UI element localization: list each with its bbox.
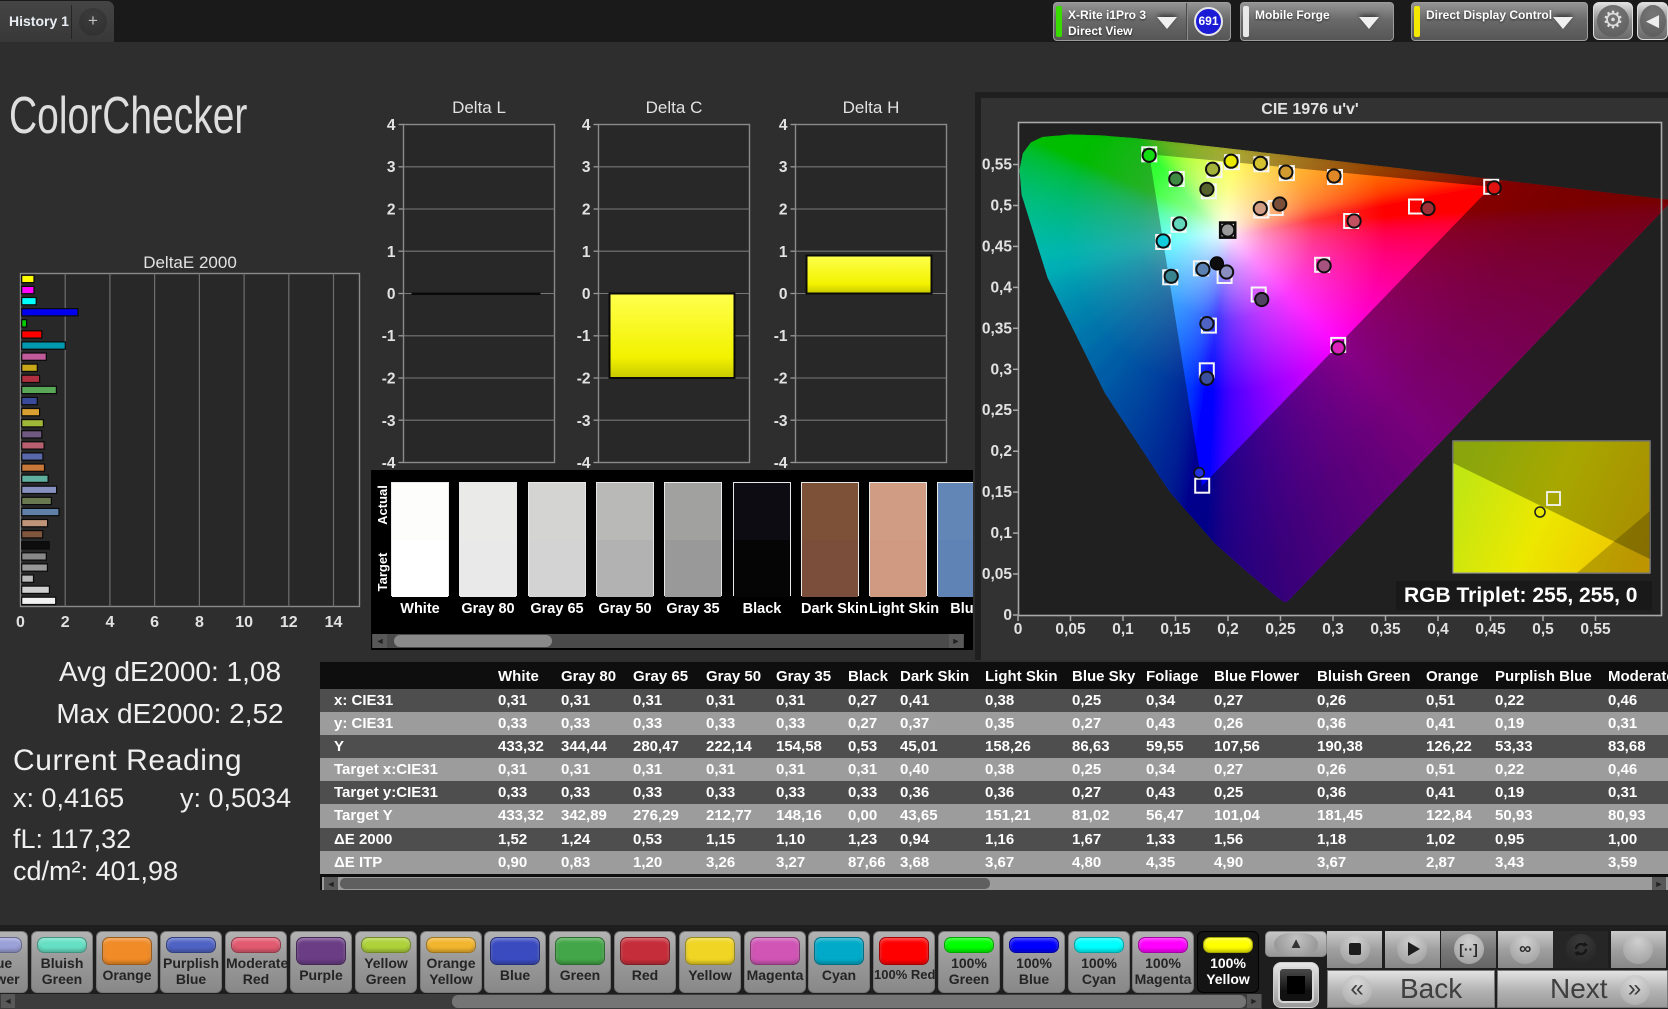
svg-text:14: 14 [325, 614, 343, 631]
svg-text:0,35: 0,35 [1370, 621, 1401, 638]
svg-text:0,25: 0,25 [982, 402, 1013, 419]
svg-text:3: 3 [582, 159, 591, 176]
svg-text:2: 2 [387, 202, 396, 219]
svg-text:0,05: 0,05 [982, 566, 1013, 583]
svg-text:-3: -3 [774, 413, 788, 430]
svg-text:0,3: 0,3 [1322, 621, 1344, 638]
svg-text:CIE 1976 u'v': CIE 1976 u'v' [1261, 101, 1358, 118]
svg-text:3: 3 [779, 159, 788, 176]
svg-text:Delta H: Delta H [843, 98, 900, 117]
svg-text:Delta L: Delta L [452, 98, 506, 117]
svg-text:4: 4 [582, 117, 591, 134]
svg-text:0: 0 [1014, 621, 1023, 638]
svg-text:-3: -3 [577, 413, 591, 430]
svg-text:4: 4 [105, 614, 114, 631]
svg-text:0,55: 0,55 [1580, 621, 1611, 638]
svg-text:0,35: 0,35 [982, 320, 1013, 337]
svg-text:0,25: 0,25 [1265, 621, 1296, 638]
svg-text:0: 0 [387, 286, 396, 303]
svg-text:0,5: 0,5 [1532, 621, 1554, 638]
svg-text:RGB Triplet: 255, 255, 0: RGB Triplet: 255, 255, 0 [1404, 584, 1637, 607]
svg-text:0,4: 0,4 [1427, 621, 1449, 638]
svg-text:2: 2 [779, 202, 788, 219]
svg-text:8: 8 [195, 614, 204, 631]
svg-text:-1: -1 [577, 328, 591, 345]
svg-text:0,3: 0,3 [990, 361, 1012, 378]
svg-text:1: 1 [582, 244, 591, 261]
svg-text:0,5: 0,5 [990, 198, 1012, 215]
svg-text:2: 2 [582, 202, 591, 219]
svg-text:-2: -2 [577, 371, 591, 388]
svg-text:6: 6 [150, 614, 159, 631]
svg-text:1: 1 [387, 244, 396, 261]
svg-text:4: 4 [779, 117, 788, 134]
svg-text:0,2: 0,2 [1217, 621, 1239, 638]
svg-text:0,45: 0,45 [982, 238, 1013, 255]
svg-text:0,15: 0,15 [1160, 621, 1191, 638]
svg-text:0,1: 0,1 [1112, 621, 1134, 638]
svg-text:-2: -2 [774, 371, 788, 388]
svg-text:0: 0 [582, 286, 591, 303]
svg-text:-1: -1 [382, 328, 396, 345]
svg-text:0,15: 0,15 [982, 484, 1013, 501]
svg-text:3: 3 [387, 159, 396, 176]
svg-text:Delta C: Delta C [646, 98, 703, 117]
svg-text:0: 0 [16, 614, 25, 631]
svg-text:2: 2 [61, 614, 70, 631]
svg-text:0: 0 [779, 286, 788, 303]
svg-text:0,4: 0,4 [990, 279, 1012, 296]
svg-text:0,05: 0,05 [1055, 621, 1086, 638]
svg-text:4: 4 [387, 117, 396, 134]
svg-text:0,2: 0,2 [990, 443, 1012, 460]
svg-text:-2: -2 [382, 371, 396, 388]
svg-text:-1: -1 [774, 328, 788, 345]
svg-text:10: 10 [235, 614, 253, 631]
svg-text:0,1: 0,1 [990, 525, 1012, 542]
svg-text:0,45: 0,45 [1475, 621, 1506, 638]
svg-text:-3: -3 [382, 413, 396, 430]
svg-text:0: 0 [1003, 607, 1012, 624]
svg-text:12: 12 [280, 614, 298, 631]
svg-text:0,55: 0,55 [982, 157, 1013, 174]
svg-text:1: 1 [779, 244, 788, 261]
